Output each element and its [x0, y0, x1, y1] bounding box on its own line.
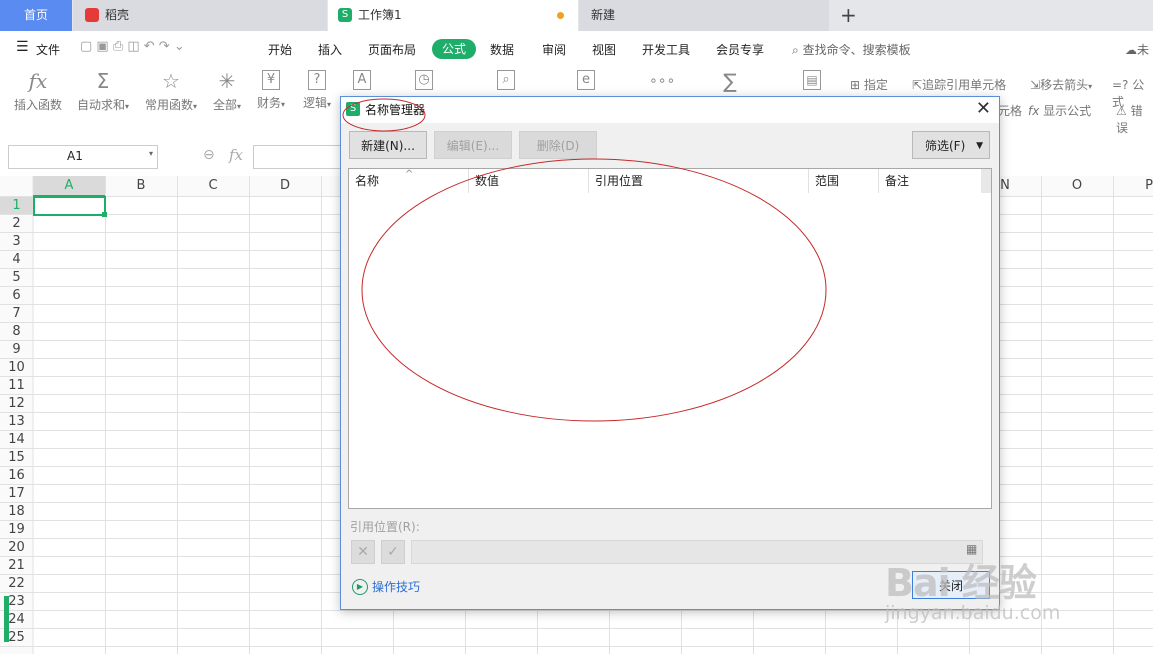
baidu-watermark-url: jingyan.baidu.com	[885, 602, 1061, 624]
annotation-ellipse-list	[361, 158, 827, 422]
baidu-watermark-logo: Bai 经验	[885, 561, 1037, 605]
annotation-ellipse-title	[342, 98, 426, 132]
